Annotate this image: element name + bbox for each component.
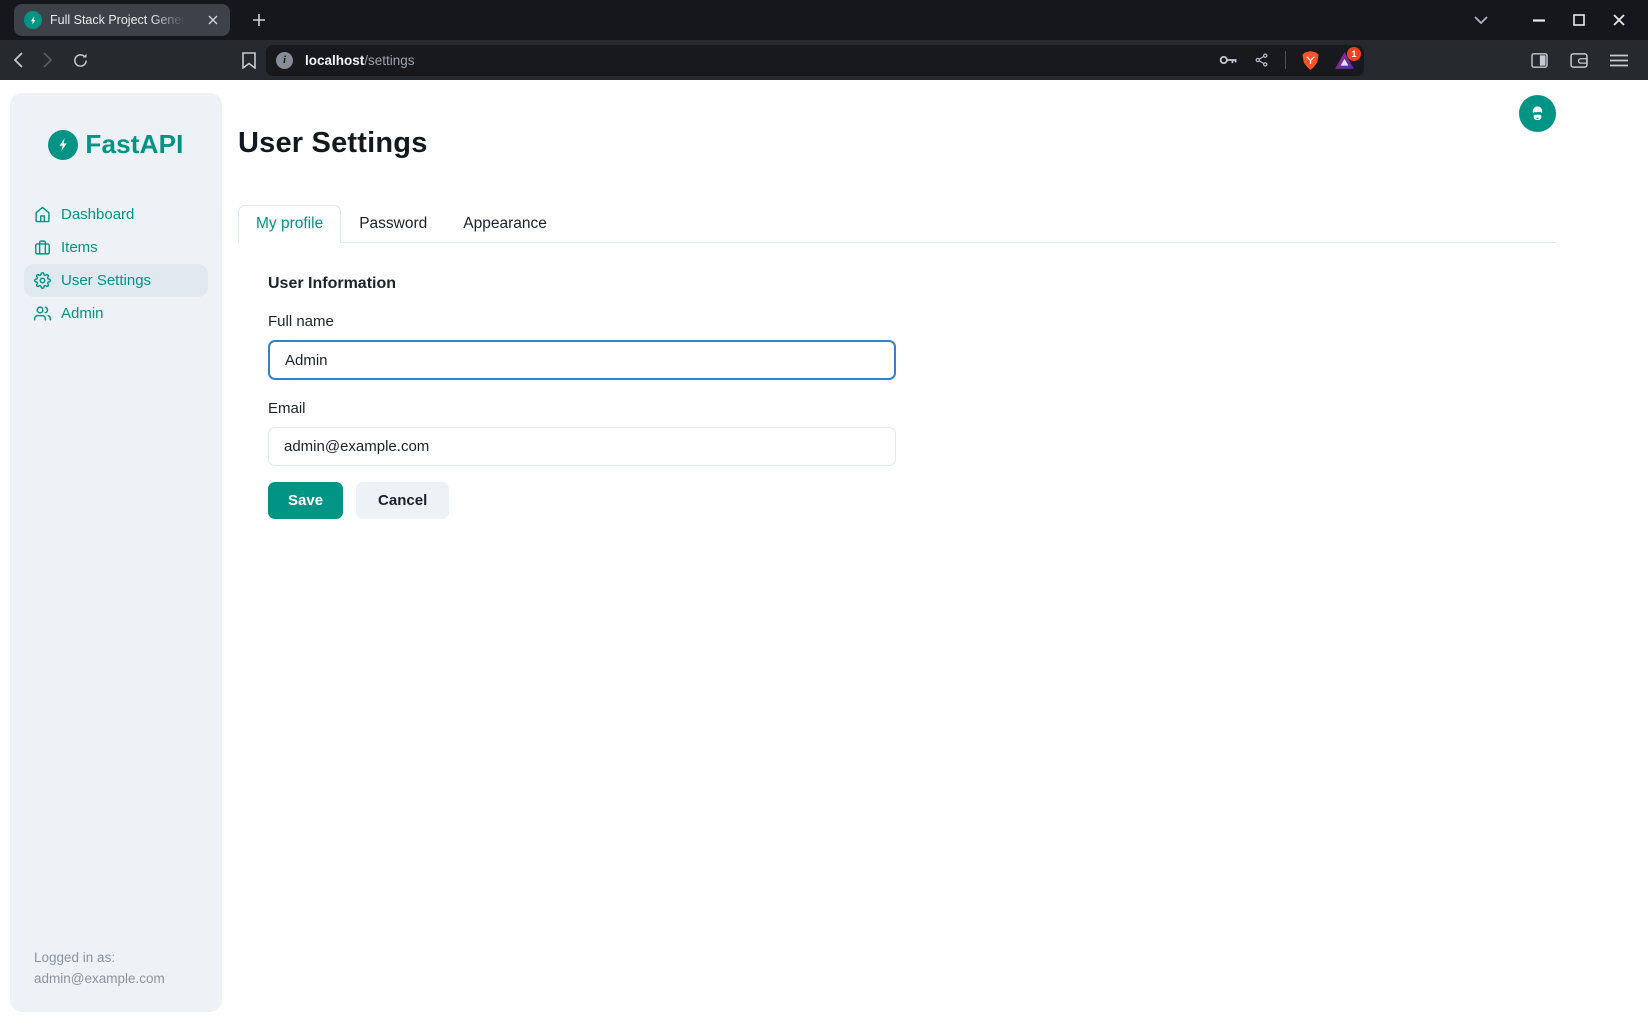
logged-in-info: Logged in as: admin@example.com bbox=[24, 948, 208, 990]
browser-tab-strip: Full Stack Project Genera bbox=[0, 0, 1648, 40]
sidebar-item-label: Admin bbox=[61, 305, 104, 322]
wallet-icon[interactable] bbox=[1570, 53, 1588, 68]
save-button[interactable]: Save bbox=[268, 482, 343, 519]
tab-search-chevron-icon[interactable] bbox=[1468, 7, 1494, 33]
bookmark-icon[interactable] bbox=[242, 52, 256, 69]
browser-tab[interactable]: Full Stack Project Genera bbox=[14, 4, 230, 36]
fastapi-favicon-bolt-icon bbox=[24, 11, 42, 29]
sidebar-item-label: User Settings bbox=[61, 272, 151, 289]
tab-close-icon[interactable] bbox=[204, 11, 222, 29]
sidebar: FastAPI Dashboard Items User Settings bbox=[10, 93, 222, 1012]
brave-shield-icon[interactable] bbox=[1302, 51, 1319, 70]
sidebar-toggle-icon[interactable] bbox=[1531, 53, 1548, 68]
minimize-button[interactable] bbox=[1526, 7, 1552, 33]
user-astronaut-icon bbox=[1528, 104, 1547, 123]
rewards-badge: 1 bbox=[1347, 47, 1361, 61]
email-label: Email bbox=[268, 400, 896, 417]
fastapi-logo-bolt-icon bbox=[48, 130, 78, 160]
full-name-label: Full name bbox=[268, 313, 896, 330]
browser-toolbar: i localhost/settings 1 bbox=[0, 40, 1648, 80]
fastapi-logo-text: FastAPI bbox=[85, 129, 183, 160]
sidebar-item-label: Items bbox=[61, 239, 98, 256]
menu-button[interactable] bbox=[1610, 54, 1628, 67]
fastapi-logo: FastAPI bbox=[24, 129, 208, 160]
section-title: User Information bbox=[268, 275, 896, 293]
url-host: localhost bbox=[305, 53, 364, 68]
new-tab-button[interactable] bbox=[246, 7, 272, 33]
site-info-icon[interactable]: i bbox=[276, 52, 293, 69]
gear-icon bbox=[34, 272, 51, 289]
url-bar[interactable]: i localhost/settings 1 bbox=[266, 45, 1364, 76]
sidebar-item-admin[interactable]: Admin bbox=[24, 297, 208, 330]
user-information-form: User Information Full name Email Save Ca… bbox=[268, 275, 896, 519]
main-content: User Settings My profile Password Appear… bbox=[222, 80, 1648, 1025]
briefcase-icon bbox=[34, 239, 51, 256]
settings-tabs: My profile Password Appearance bbox=[238, 205, 1556, 243]
reload-button[interactable] bbox=[72, 52, 89, 69]
app-page: FastAPI Dashboard Items User Settings bbox=[0, 80, 1648, 1025]
full-name-input[interactable] bbox=[268, 340, 896, 380]
url-text[interactable]: localhost/settings bbox=[305, 53, 415, 68]
sidebar-item-user-settings[interactable]: User Settings bbox=[24, 264, 208, 297]
sidebar-item-label: Dashboard bbox=[61, 206, 134, 223]
url-path: /settings bbox=[364, 53, 414, 68]
sidebar-item-dashboard[interactable]: Dashboard bbox=[24, 198, 208, 231]
cancel-button[interactable]: Cancel bbox=[356, 482, 449, 519]
brave-rewards-icon[interactable]: 1 bbox=[1335, 52, 1354, 69]
users-icon bbox=[34, 305, 51, 322]
maximize-button[interactable] bbox=[1566, 7, 1592, 33]
sidebar-nav: Dashboard Items User Settings Admin bbox=[24, 198, 208, 330]
home-icon bbox=[34, 206, 51, 223]
key-icon[interactable] bbox=[1219, 53, 1238, 67]
close-window-button[interactable] bbox=[1606, 7, 1632, 33]
logged-in-email: admin@example.com bbox=[34, 969, 208, 990]
email-input[interactable] bbox=[268, 427, 896, 466]
user-menu-button[interactable] bbox=[1519, 95, 1556, 132]
forward-button[interactable] bbox=[43, 52, 52, 68]
tab-appearance[interactable]: Appearance bbox=[445, 205, 565, 243]
page-title: User Settings bbox=[238, 127, 1648, 160]
tab-title: Full Stack Project Genera bbox=[50, 13, 190, 27]
sidebar-item-items[interactable]: Items bbox=[24, 231, 208, 264]
back-button[interactable] bbox=[14, 52, 23, 68]
tab-password[interactable]: Password bbox=[341, 205, 445, 243]
share-icon[interactable] bbox=[1254, 52, 1269, 68]
tab-my-profile[interactable]: My profile bbox=[238, 205, 341, 243]
logged-in-label: Logged in as: bbox=[34, 948, 208, 969]
toolbar-divider bbox=[1285, 51, 1286, 69]
